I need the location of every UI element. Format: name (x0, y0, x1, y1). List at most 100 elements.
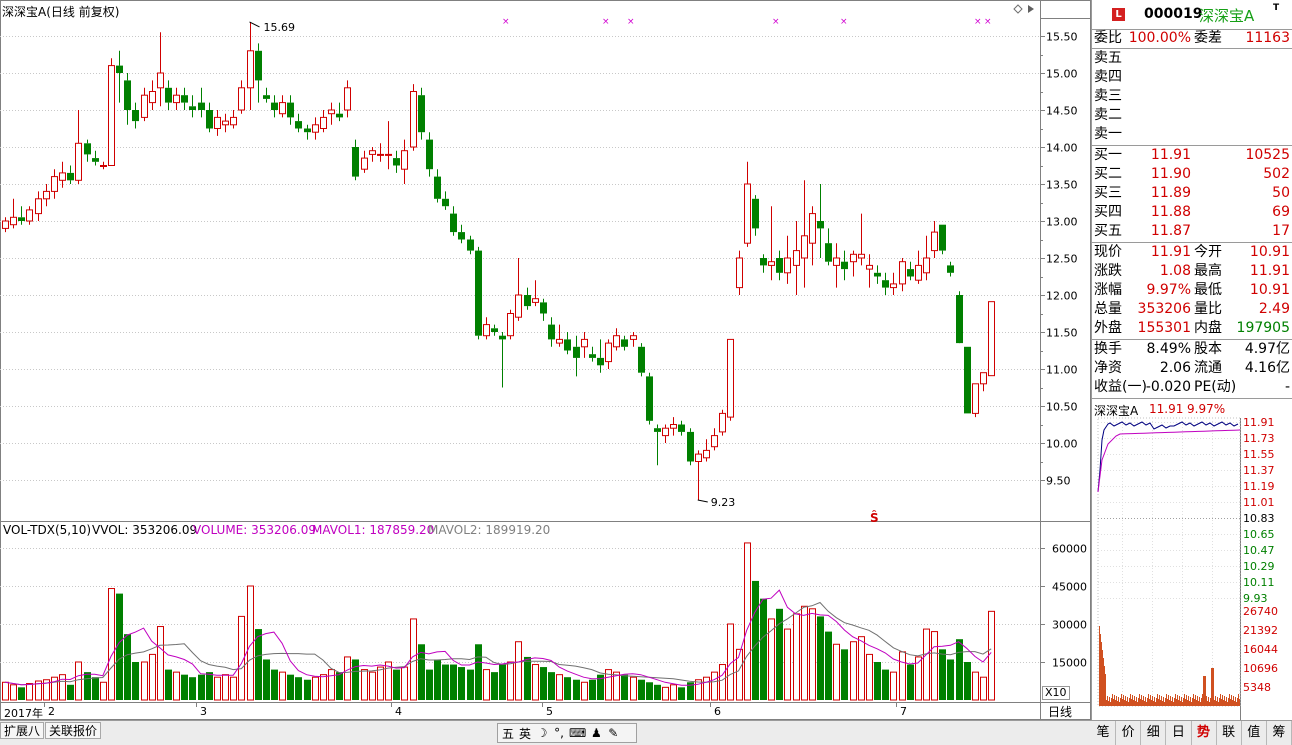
ime-tools-icon[interactable]: ✎ (606, 726, 620, 740)
day-line-button[interactable]: 日线 (1048, 703, 1072, 720)
volume-bar (793, 613, 800, 701)
side-tab[interactable]: 筹 (1267, 721, 1292, 745)
sell-row[interactable]: 卖五 (1092, 49, 1292, 68)
buy-price: 11.90 (1150, 166, 1191, 182)
volume-bar (410, 618, 417, 701)
candle-body (573, 346, 580, 358)
volume-bar (956, 639, 963, 700)
buy-row[interactable]: 买五 11.87 17 (1092, 222, 1292, 241)
stat-row[interactable]: 涨跌 1.08 最高 11.91 (1092, 262, 1292, 281)
stat-row[interactable]: 外盘 155301 内盘 197905 (1092, 319, 1292, 338)
candle-body (2, 220, 9, 229)
l2-logo-icon[interactable]: L (1112, 8, 1125, 21)
candle-body (727, 338, 734, 418)
candle-body (320, 116, 327, 130)
main-chart-area[interactable]: 15.50 15.00 14.50 14.00 13.50 13.00 12.50 12.00… (0, 0, 1091, 720)
buy-level-label: 买三 (1094, 185, 1122, 201)
side-tab[interactable]: 笔 (1091, 721, 1117, 745)
x10-label[interactable]: X10 (1042, 686, 1070, 700)
event-marker-icon: × (840, 17, 848, 27)
vol-indicator-name[interactable]: VOL-TDX(5,10) (3, 523, 91, 537)
side-tab[interactable]: 势 (1192, 721, 1217, 745)
side-tab[interactable]: 值 (1242, 721, 1267, 745)
sell-row[interactable]: 卖二 (1092, 106, 1292, 125)
diamond-icon (1013, 4, 1023, 14)
volume-bar (874, 662, 881, 700)
buy-row[interactable]: 买二 11.90 502 (1092, 165, 1292, 184)
tab-expand-8[interactable]: 扩展八 (0, 722, 45, 739)
ime-wubi-icon[interactable]: 五 (501, 725, 515, 742)
stat-row[interactable]: 现价 11.91 今开 10.91 (1092, 243, 1292, 262)
event-marker-icon: × (602, 17, 610, 27)
candle-body (352, 147, 359, 177)
fund-row[interactable]: 净资 2.06 流通 4.16亿 (1092, 359, 1292, 378)
t-superscript: T (1273, 3, 1280, 13)
stat-row[interactable]: 涨幅 9.97% 最低 10.91 (1092, 281, 1292, 300)
candle-body (524, 295, 531, 307)
intraday-mini-chart[interactable]: 11.91 11.73 11.55 11.37 11.19 11.01 10.83 10.65… (1092, 400, 1292, 720)
ime-english-icon[interactable]: 英 (518, 725, 532, 742)
volume-bar (149, 653, 156, 701)
candle-body (18, 217, 25, 221)
mini-frame (1097, 417, 1241, 707)
volume-bar (328, 669, 335, 701)
candle-body (768, 261, 775, 266)
date-axis-label: 2 (48, 705, 55, 718)
date-axis-tick (196, 702, 197, 707)
side-tab[interactable]: 细 (1141, 721, 1167, 745)
sell-level-label: 卖一 (1094, 126, 1122, 142)
side-tab[interactable]: 日 (1166, 721, 1192, 745)
candle-body (458, 232, 465, 240)
volume-bar (988, 610, 995, 701)
fund-row[interactable]: 换手 8.49% 股本 4.97亿 (1092, 340, 1292, 359)
candle-body (442, 198, 449, 207)
date-axis-label: 2017年 (4, 707, 43, 720)
candle-body (507, 313, 514, 337)
side-tab[interactable]: 价 (1116, 721, 1142, 745)
candle-body (711, 435, 718, 448)
fund-row[interactable]: 收益(一) -0.020 PE(动) - (1092, 378, 1292, 397)
ime-punct-icon[interactable]: °, (552, 726, 566, 740)
stat-label: 内盘 (1194, 320, 1222, 336)
volume-bar (654, 684, 661, 700)
stat-row[interactable]: 总量 353206 量比 2.49 (1092, 300, 1292, 319)
candle-body (556, 338, 563, 344)
low-marker-label: 9.23 (711, 496, 736, 509)
buy-row[interactable]: 买四 11.88 69 (1092, 203, 1292, 222)
volume-bar (173, 671, 180, 701)
volume-bar (825, 631, 832, 700)
buy-row[interactable]: 买三 11.89 50 (1092, 184, 1292, 203)
sell-row[interactable]: 卖三 (1092, 87, 1292, 106)
candle-body (540, 302, 547, 314)
volume-bar (352, 659, 359, 700)
fund-value: 4.97亿 (1244, 341, 1290, 357)
volume-value: VOLUME: 353206.09 (193, 523, 316, 537)
candle-body (116, 65, 123, 73)
volume-bar (92, 677, 99, 700)
price-axis-label: 9.50 (1046, 475, 1071, 488)
volume-bar (678, 687, 685, 700)
side-tab[interactable]: 联 (1217, 721, 1242, 745)
stat-value: 2.49 (1258, 301, 1290, 317)
candle-body (613, 335, 620, 348)
ime-user-icon[interactable]: ♟ (589, 726, 603, 740)
buy-volume: 10525 (1245, 147, 1290, 163)
candle-body (206, 110, 213, 129)
ime-toolbar[interactable]: 五英 ☽ °, ⌨ ♟ ✎ (497, 723, 637, 743)
stat-label: 涨跌 (1094, 263, 1122, 279)
stat-value: 10.91 (1249, 244, 1290, 260)
ime-keyboard-icon[interactable]: ⌨ (569, 726, 586, 740)
tab-linked-quote[interactable]: 关联报价 (45, 722, 102, 739)
buy-row[interactable]: 买一 11.91 10525 (1092, 146, 1292, 165)
candle-body (776, 258, 783, 273)
fund-label: 换手 (1094, 341, 1122, 357)
ime-moon-icon[interactable]: ☽ (535, 726, 549, 740)
candle-body (752, 198, 759, 229)
volume-bar (165, 669, 172, 700)
candle-body (491, 328, 498, 332)
date-axis-label: 4 (395, 705, 402, 718)
play-icon (1028, 5, 1034, 13)
stat-label: 涨幅 (1094, 282, 1122, 298)
sell-row[interactable]: 卖一 (1092, 125, 1292, 144)
sell-row[interactable]: 卖四 (1092, 68, 1292, 87)
